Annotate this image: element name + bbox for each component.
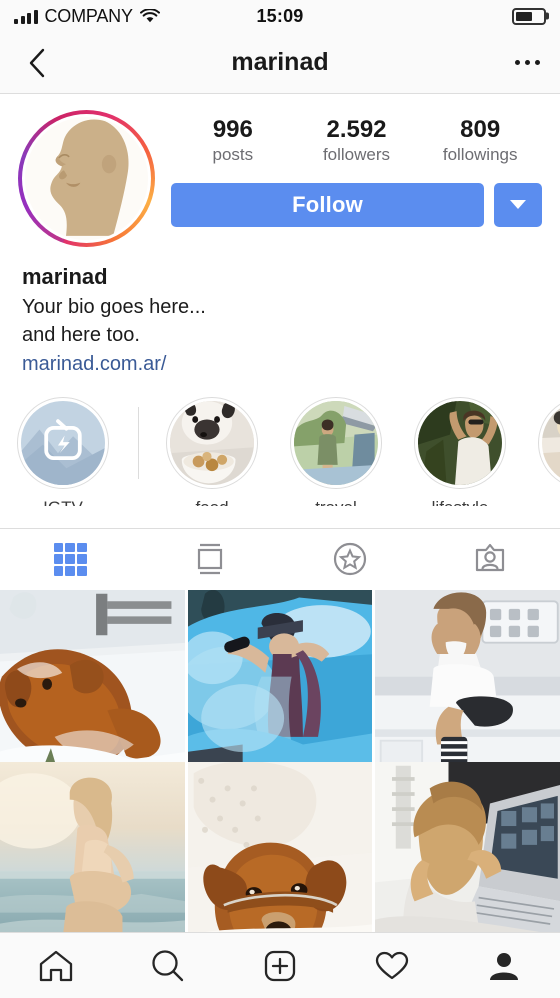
status-bar-left: COMPANY (14, 6, 160, 27)
post-dog-in-snow[interactable] (0, 589, 185, 779)
stat-value: 996 (212, 116, 253, 143)
profile-bio: marinad Your bio goes here... and here t… (0, 247, 560, 379)
tab-activity[interactable] (336, 947, 448, 985)
profile-header: 996 posts 2.592 followers 809 followings… (0, 94, 560, 247)
search-icon (152, 949, 184, 981)
status-bar-right (512, 7, 546, 25)
bio-line: and here too. (22, 324, 140, 347)
tab-home[interactable] (0, 947, 112, 985)
bio-display-name: marinad (22, 264, 108, 289)
add-post-icon (264, 950, 296, 981)
stat-label: posts (212, 144, 254, 164)
highlight-food[interactable]: food (163, 396, 261, 506)
avatar-inner-ring (22, 114, 151, 243)
highlight-label: IGTV (43, 498, 83, 506)
follow-dropdown-button[interactable] (494, 182, 542, 227)
heart-icon (375, 951, 409, 979)
highlight-igtv[interactable]: IGTV (14, 396, 112, 506)
highlight-ring (414, 396, 506, 489)
wifi-icon (139, 8, 160, 22)
instagram-profile-screen: COMPANY 15:09 marinad 996 posts 2.592 fo… (0, 0, 560, 998)
tab-list[interactable] (140, 529, 280, 590)
profile-scroll-area: 996 posts 2.592 followers 809 followings… (0, 94, 560, 932)
highlight-partial[interactable] (535, 396, 560, 498)
battery-icon (512, 7, 546, 25)
navigation-bar: marinad (0, 32, 560, 94)
more-options-button[interactable] (515, 60, 540, 65)
more-dot (515, 60, 520, 65)
highlight-ring (17, 396, 109, 489)
highlight-travel[interactable]: travel (287, 396, 385, 506)
post-blue-smoke-bomb[interactable] (187, 589, 373, 779)
bio-line: Your bio goes here... (22, 295, 206, 318)
highlight-lifestyle[interactable]: lifestyle (411, 396, 509, 506)
highlight-lifestyle-cover (418, 400, 502, 485)
signal-bars-icon (14, 9, 38, 24)
tab-profile[interactable] (448, 947, 560, 985)
back-button[interactable] (20, 46, 54, 80)
bio-website-link[interactable]: marinad.com.ar/ (22, 350, 167, 379)
chevron-down-icon (510, 200, 526, 210)
stat-posts[interactable]: 996 posts (171, 116, 295, 167)
profile-stats-and-actions: 996 posts 2.592 followers 809 followings… (155, 110, 542, 227)
stat-followings[interactable]: 809 followings (418, 116, 542, 167)
post-dachshund-on-bed[interactable] (187, 762, 373, 932)
tab-grid[interactable] (0, 529, 140, 590)
highlight-ring (166, 396, 258, 489)
tab-tagged[interactable] (420, 529, 560, 590)
highlight-partial-cover (542, 400, 560, 485)
grid-icon (53, 542, 87, 576)
avatar-image (25, 117, 148, 240)
igtv-cover (21, 400, 105, 485)
highlight-food-cover (170, 400, 254, 485)
post-woman-in-kitchen[interactable] (375, 589, 560, 779)
stat-label: followings (442, 144, 518, 164)
stat-value: 809 (460, 116, 501, 143)
list-view-icon (197, 544, 223, 575)
content-tabs (0, 527, 560, 590)
highlight-ring (290, 396, 382, 489)
star-circle-icon (333, 543, 367, 576)
profile-actions: Follow (171, 182, 542, 227)
post-woman-at-beach[interactable] (0, 762, 185, 932)
story-highlights-row[interactable]: IGTV (0, 379, 560, 506)
highlight-label: lifestyle (432, 498, 489, 506)
highlight-ring (538, 396, 560, 489)
profile-person-icon (490, 952, 518, 980)
more-dot (535, 60, 540, 65)
tab-add-post[interactable] (224, 947, 336, 985)
photo-grid (0, 589, 560, 932)
tab-search[interactable] (112, 947, 224, 985)
more-dot (525, 60, 530, 65)
stats-row: 996 posts 2.592 followers 809 followings (171, 116, 542, 167)
page-title: marinad (231, 48, 329, 76)
carrier-label: COMPANY (44, 5, 133, 26)
highlights-divider (138, 406, 139, 479)
tab-saved[interactable] (280, 529, 420, 590)
highlight-label: travel (315, 498, 357, 506)
post-woman-with-laptop[interactable] (375, 762, 560, 932)
follow-button[interactable]: Follow (171, 182, 484, 227)
profile-avatar[interactable] (18, 110, 155, 247)
stat-followers[interactable]: 2.592 followers (295, 116, 419, 167)
tagged-person-icon (475, 544, 505, 572)
stat-label: followers (322, 144, 391, 164)
highlight-travel-cover (294, 400, 378, 485)
stat-value: 2.592 (326, 116, 387, 143)
chevron-left-icon (29, 48, 45, 77)
status-bar: COMPANY 15:09 (0, 0, 560, 32)
bottom-tab-bar (0, 932, 560, 998)
highlight-label: food (195, 498, 228, 506)
home-icon (39, 950, 73, 981)
